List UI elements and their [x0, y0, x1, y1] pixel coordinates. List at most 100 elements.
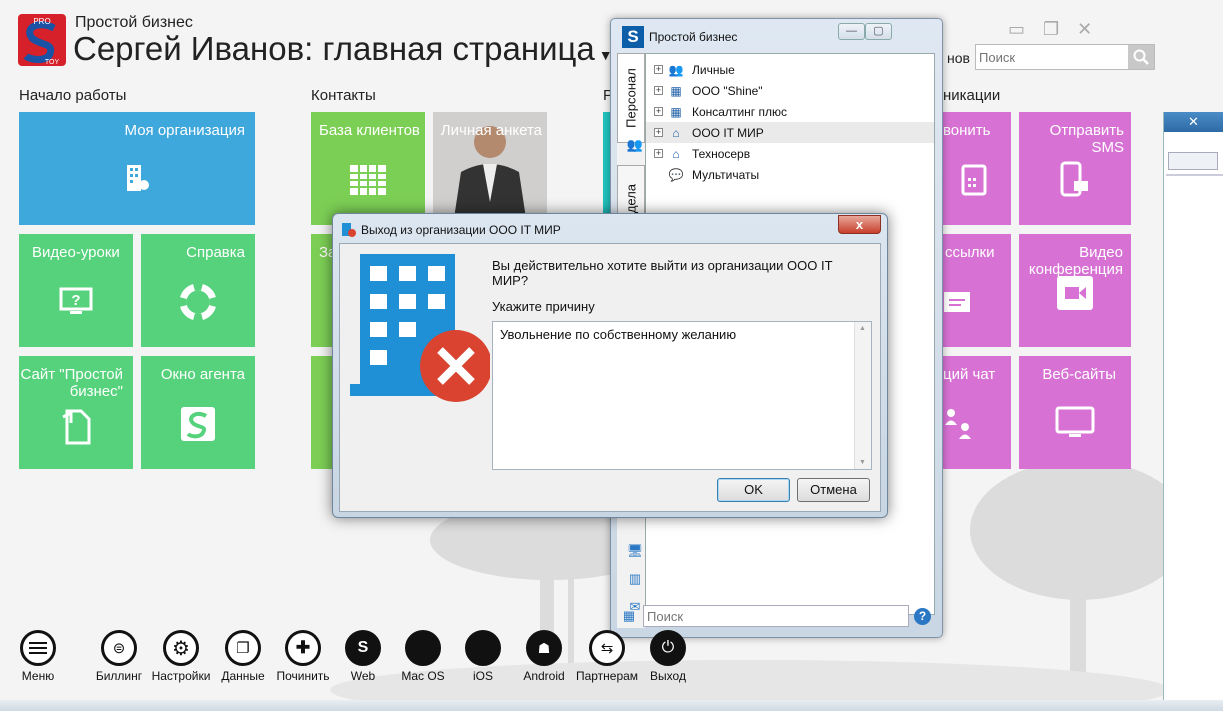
menu-icon: [20, 630, 56, 666]
main-search: [975, 44, 1155, 70]
restore-icon[interactable]: ❐: [1043, 20, 1059, 38]
tree-window-title: Простой бизнес: [649, 30, 738, 44]
building-icon: [127, 164, 149, 191]
toolbar-partners[interactable]: ⇆ Партнерам: [574, 630, 640, 683]
tree-item-multichats[interactable]: 💬 Мультичаты: [646, 164, 934, 185]
toolbar-ios[interactable]: iOS: [463, 630, 503, 683]
partial-header-text: нов: [947, 50, 970, 66]
search-icon[interactable]: [1128, 45, 1154, 69]
section-communications: никации: [943, 87, 1001, 104]
expand-icon[interactable]: +: [654, 65, 663, 74]
tile-personal-form[interactable]: Личная анкета: [433, 112, 547, 225]
video-camera-icon: [1057, 275, 1093, 310]
tile-video-conference[interactable]: Видео конференция: [1019, 234, 1131, 347]
tree-item-shine[interactable]: + ▦ ООО "Shine": [646, 80, 934, 101]
android-icon: ☗: [526, 630, 562, 666]
billing-icon: ⊜: [101, 630, 137, 666]
tile-agent-window[interactable]: Окно агента: [141, 356, 255, 469]
expand-icon[interactable]: +: [654, 86, 663, 95]
tile-clients-base[interactable]: База клиентов: [311, 112, 425, 225]
toolbar-repair[interactable]: ✚ Починить: [274, 630, 332, 683]
tree-search-input[interactable]: [643, 605, 909, 627]
monitor-small-icon[interactable]: 🖥: [626, 543, 644, 561]
users-icon: 👥: [668, 62, 684, 77]
monitor-question-icon: ?: [59, 287, 93, 314]
exit-organization-dialog: Выход из организации ООО IT МИР x Вы дей…: [332, 213, 888, 518]
page-title[interactable]: Сергей Иванов: главная страница ▼: [73, 30, 613, 68]
help-icon[interactable]: ?: [914, 608, 931, 625]
building-error-large-icon: [350, 254, 490, 402]
tile-help[interactable]: Справка: [141, 234, 255, 347]
toolbar-macos[interactable]: Mac OS: [400, 630, 446, 683]
tile-video-lessons[interactable]: Видео-уроки ?: [19, 234, 133, 347]
phone-icon: [961, 164, 987, 196]
document-icon: [62, 409, 91, 445]
expand-icon[interactable]: +: [654, 107, 663, 116]
home-icon: ⌂: [672, 146, 680, 161]
toolbar-menu[interactable]: Меню: [18, 630, 58, 683]
minimize-button[interactable]: —: [838, 23, 865, 40]
close-icon[interactable]: ✕: [1188, 114, 1199, 130]
toolbar-data[interactable]: ❐ Данные: [220, 630, 266, 683]
toolbar-billing[interactable]: ⊜ Биллинг: [94, 630, 144, 683]
tree-item-technoserv[interactable]: + ⌂ Техносерв: [646, 143, 934, 164]
bottom-toolbar: Меню ⊜ Биллинг ⚙ Настройки ❐ Данные ✚ Почини…: [0, 630, 720, 690]
background-window: ✕: [1163, 112, 1223, 711]
phone-small-icon[interactable]: ▥: [626, 571, 644, 589]
svg-text:PRO: PRO: [33, 17, 50, 26]
bottom-bar: [0, 700, 1223, 711]
contacts-icon[interactable]: 👥: [626, 137, 644, 155]
app-logo: PRO TOY: [18, 14, 66, 66]
lifebuoy-icon: [180, 283, 216, 320]
tree-item-personal[interactable]: + 👥 Личные: [646, 59, 934, 80]
svg-text:TOY: TOY: [45, 59, 60, 66]
toolbar-android[interactable]: ☗ Android: [520, 630, 568, 683]
power-icon: ⏻: [650, 630, 686, 666]
apple-ios-icon: [465, 630, 501, 666]
toolbar-settings[interactable]: ⚙ Настройки: [150, 630, 212, 683]
building-icon: ▦: [670, 83, 682, 98]
tree-item-consulting[interactable]: + ▦ Консалтинг плюс: [646, 101, 934, 122]
monitor-icon: [1055, 406, 1095, 437]
web-icon: S: [345, 630, 381, 666]
close-button[interactable]: x: [838, 215, 881, 234]
windows-icon: ❐: [225, 630, 261, 666]
tile-call[interactable]: вонить: [941, 112, 1011, 225]
tile-site[interactable]: Сайт "Простой бизнес": [19, 356, 133, 469]
building-icon: ▦: [670, 104, 682, 119]
confirm-question: Вы действительно хотите выйти из организ…: [492, 258, 833, 288]
toggle-icon[interactable]: ▭: [1008, 20, 1025, 38]
maximize-button[interactable]: ▢: [865, 23, 892, 40]
section-start: Начало работы: [19, 87, 127, 104]
section-contacts: Контакты: [311, 87, 376, 104]
tile-send-sms[interactable]: Отправить SMS: [1019, 112, 1131, 225]
expand-icon[interactable]: +: [654, 149, 663, 158]
tile-chat[interactable]: ций чат: [941, 356, 1011, 469]
main-window-controls: ▭ ❐ ✕: [1008, 18, 1153, 40]
mail-icon: [944, 291, 970, 312]
building-small-icon[interactable]: ▦: [620, 608, 638, 626]
mobile-sms-icon: [1060, 161, 1088, 197]
close-icon[interactable]: ✕: [1077, 20, 1092, 38]
toolbar-exit[interactable]: ⏻ Выход: [646, 630, 690, 683]
reason-textarea[interactable]: Увольнение по собственному желанию ▲ ▼: [492, 321, 872, 470]
svg-text:?: ?: [71, 292, 80, 309]
agent-logo-icon: [181, 406, 215, 441]
app-s-icon: S: [622, 26, 644, 48]
search-input[interactable]: [976, 45, 1128, 69]
home-icon: ⌂: [672, 125, 680, 140]
expand-icon[interactable]: +: [654, 128, 663, 137]
ok-button[interactable]: OK: [717, 478, 790, 502]
apple-icon: [405, 630, 441, 666]
toolbar-web[interactable]: S Web: [343, 630, 383, 683]
tab-personal[interactable]: Персонал: [617, 53, 645, 143]
textarea-scrollbar[interactable]: ▲ ▼: [854, 322, 871, 469]
tree-item-it-mir[interactable]: + ⌂ ООО IT МИР: [646, 122, 934, 143]
cancel-button[interactable]: Отмена: [797, 478, 870, 502]
users-chat-icon: [945, 408, 971, 439]
dialog-title: Выход из организации ООО IT МИР: [361, 223, 561, 237]
tile-my-organization[interactable]: Моя организация: [19, 112, 255, 225]
building-error-icon: [342, 223, 356, 237]
tile-websites[interactable]: Веб-сайты: [1019, 356, 1131, 469]
tile-mailing[interactable]: ссылки: [941, 234, 1011, 347]
